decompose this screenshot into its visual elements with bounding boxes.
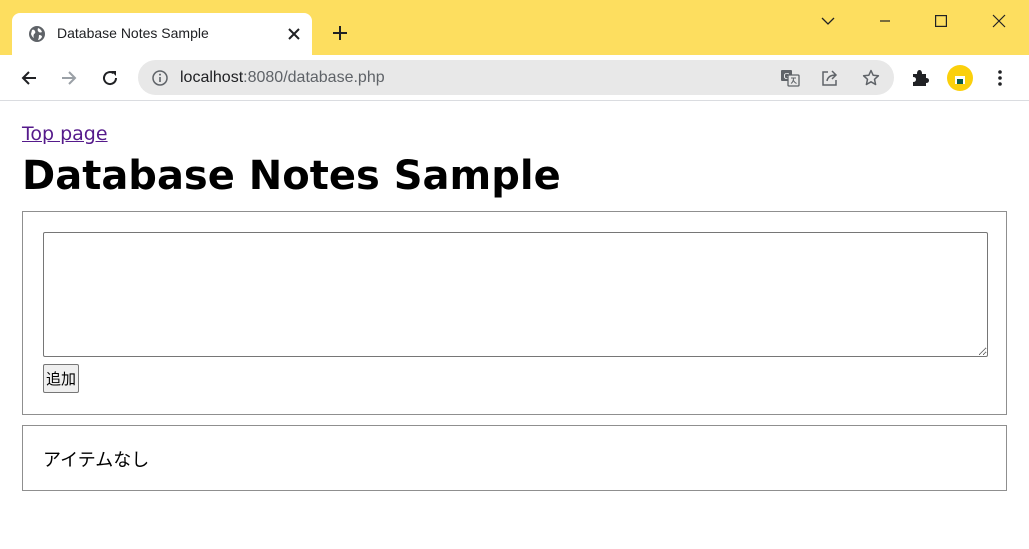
back-arrow-icon[interactable] bbox=[14, 63, 44, 93]
browser-titlebar: Database Notes Sample bbox=[0, 0, 1029, 55]
globe-icon bbox=[28, 25, 46, 43]
browser-toolbar: localhost:8080/database.php G bbox=[0, 55, 1029, 101]
address-bar[interactable]: localhost:8080/database.php G bbox=[138, 60, 894, 95]
address-url: localhost:8080/database.php bbox=[180, 69, 385, 86]
note-textarea[interactable] bbox=[43, 232, 988, 357]
avatar[interactable] bbox=[947, 65, 973, 91]
page-content: Top page Database Notes Sample 追加 アイテムなし bbox=[0, 101, 1029, 549]
notes-list: アイテムなし bbox=[22, 425, 1007, 491]
reload-icon[interactable] bbox=[95, 63, 125, 93]
empty-list-message: アイテムなし bbox=[43, 450, 150, 471]
minimize-icon[interactable] bbox=[870, 6, 900, 36]
share-icon[interactable] bbox=[818, 66, 842, 90]
info-icon[interactable] bbox=[148, 66, 172, 90]
add-button[interactable]: 追加 bbox=[43, 364, 80, 393]
plus-icon[interactable] bbox=[327, 20, 353, 46]
puzzle-icon[interactable] bbox=[905, 63, 935, 93]
star-icon[interactable] bbox=[859, 66, 883, 90]
translate-icon[interactable]: G bbox=[778, 66, 802, 90]
close-icon[interactable] bbox=[284, 24, 304, 44]
forward-arrow-icon[interactable] bbox=[54, 63, 84, 93]
close-window-icon[interactable] bbox=[984, 6, 1014, 36]
note-form: 追加 bbox=[22, 211, 1007, 415]
tab-title: Database Notes Sample bbox=[57, 25, 209, 41]
page-title: Database Notes Sample bbox=[22, 153, 561, 199]
chevron-down-icon[interactable] bbox=[813, 6, 843, 36]
kebab-menu-icon[interactable] bbox=[985, 63, 1015, 93]
top-page-link[interactable]: Top page bbox=[22, 123, 108, 145]
browser-tab[interactable]: Database Notes Sample bbox=[12, 13, 312, 55]
maximize-icon[interactable] bbox=[926, 6, 956, 36]
